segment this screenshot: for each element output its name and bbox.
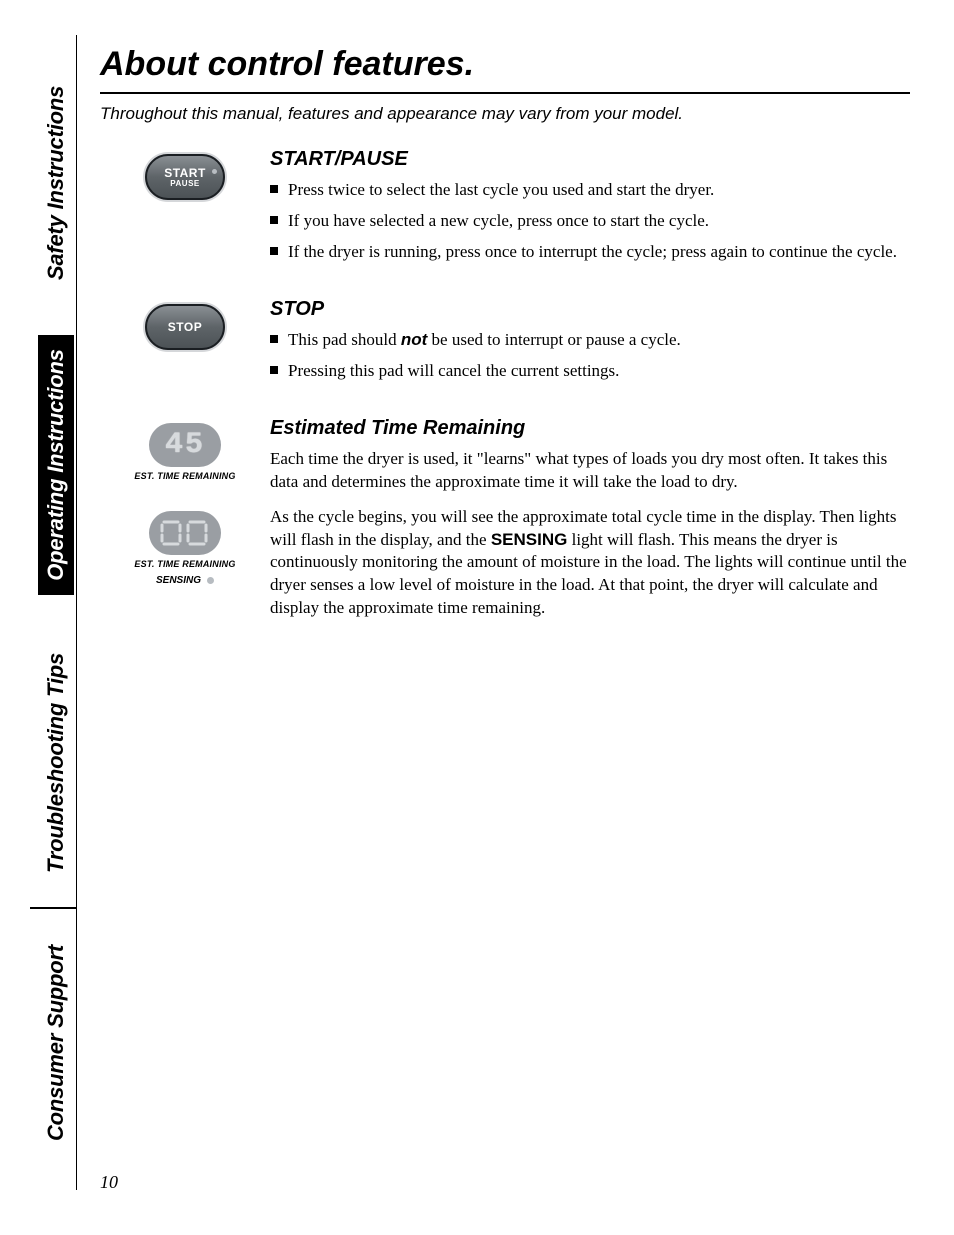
section-heading: START/PAUSE bbox=[270, 148, 910, 171]
text: be used to interrupt or pause a cycle. bbox=[427, 330, 681, 349]
tab-label: Safety Instructions bbox=[43, 85, 69, 279]
icon-caption: EST. TIME REMAINING bbox=[115, 471, 255, 481]
page-number: 10 bbox=[100, 1172, 118, 1193]
bullet-item: If you have selected a new cycle, press … bbox=[270, 210, 910, 233]
display-icon bbox=[149, 511, 221, 555]
start-pause-button-icon: START PAUSE bbox=[145, 154, 225, 200]
bullet-item: Pressing this pad will cancel the curren… bbox=[270, 360, 910, 383]
body-paragraph: As the cycle begins, you will see the ap… bbox=[270, 506, 910, 621]
text: This pad should bbox=[288, 330, 401, 349]
etr-icon-sensing: EST. TIME REMAINING SENSING bbox=[115, 511, 255, 588]
icon-caption: EST. TIME REMAINING bbox=[115, 559, 255, 569]
section-heading: STOP bbox=[270, 298, 910, 321]
tab-operating-instructions: Operating Instructions bbox=[38, 335, 74, 595]
sensing-label: SENSING bbox=[156, 575, 201, 586]
title-rule bbox=[100, 92, 910, 94]
page-title: About control features. bbox=[100, 45, 910, 84]
page-content: About control features. Throughout this … bbox=[100, 45, 910, 658]
tab-label: Consumer Support bbox=[43, 944, 69, 1140]
tab-troubleshooting-tips: Troubleshooting Tips bbox=[38, 635, 74, 890]
emphasis: not bbox=[401, 330, 427, 349]
tab-safety-instructions: Safety Instructions bbox=[38, 55, 74, 310]
sensing-indicator: SENSING bbox=[156, 575, 214, 586]
feature-stop: STOP STOP This pad should not be used to… bbox=[100, 298, 910, 391]
display-icon: 45 bbox=[149, 423, 221, 467]
tab-label: Troubleshooting Tips bbox=[43, 652, 69, 872]
emphasis: SENSING bbox=[491, 530, 568, 549]
indicator-dot-icon bbox=[212, 169, 217, 174]
tab-divider bbox=[30, 907, 76, 909]
seven-segment-blank-icon bbox=[160, 518, 210, 548]
feature-estimated-time: 45 EST. TIME REMAINING EST. TIME REMAINI… bbox=[100, 417, 910, 633]
disclaimer-text: Throughout this manual, features and app… bbox=[100, 104, 910, 124]
bullet-item: This pad should not be used to interrupt… bbox=[270, 329, 910, 352]
bullet-item: Press twice to select the last cycle you… bbox=[270, 179, 910, 202]
left-margin-rule bbox=[76, 35, 77, 1190]
body-paragraph: Each time the dryer is used, it "learns"… bbox=[270, 448, 910, 494]
display-digits: 45 bbox=[165, 428, 205, 462]
stop-button-icon: STOP bbox=[145, 304, 225, 350]
icon-text: START bbox=[164, 167, 206, 179]
indicator-dot-icon bbox=[207, 577, 214, 584]
feature-start-pause: START PAUSE START/PAUSE Press twice to s… bbox=[100, 148, 910, 272]
bullet-item: If the dryer is running, press once to i… bbox=[270, 241, 910, 264]
tab-consumer-support: Consumer Support bbox=[38, 930, 74, 1155]
tab-label: Operating Instructions bbox=[43, 349, 69, 581]
icon-text: PAUSE bbox=[170, 180, 199, 188]
icon-text: STOP bbox=[168, 321, 202, 333]
section-heading: Estimated Time Remaining bbox=[270, 417, 910, 440]
etr-icon-45: 45 EST. TIME REMAINING bbox=[115, 423, 255, 481]
